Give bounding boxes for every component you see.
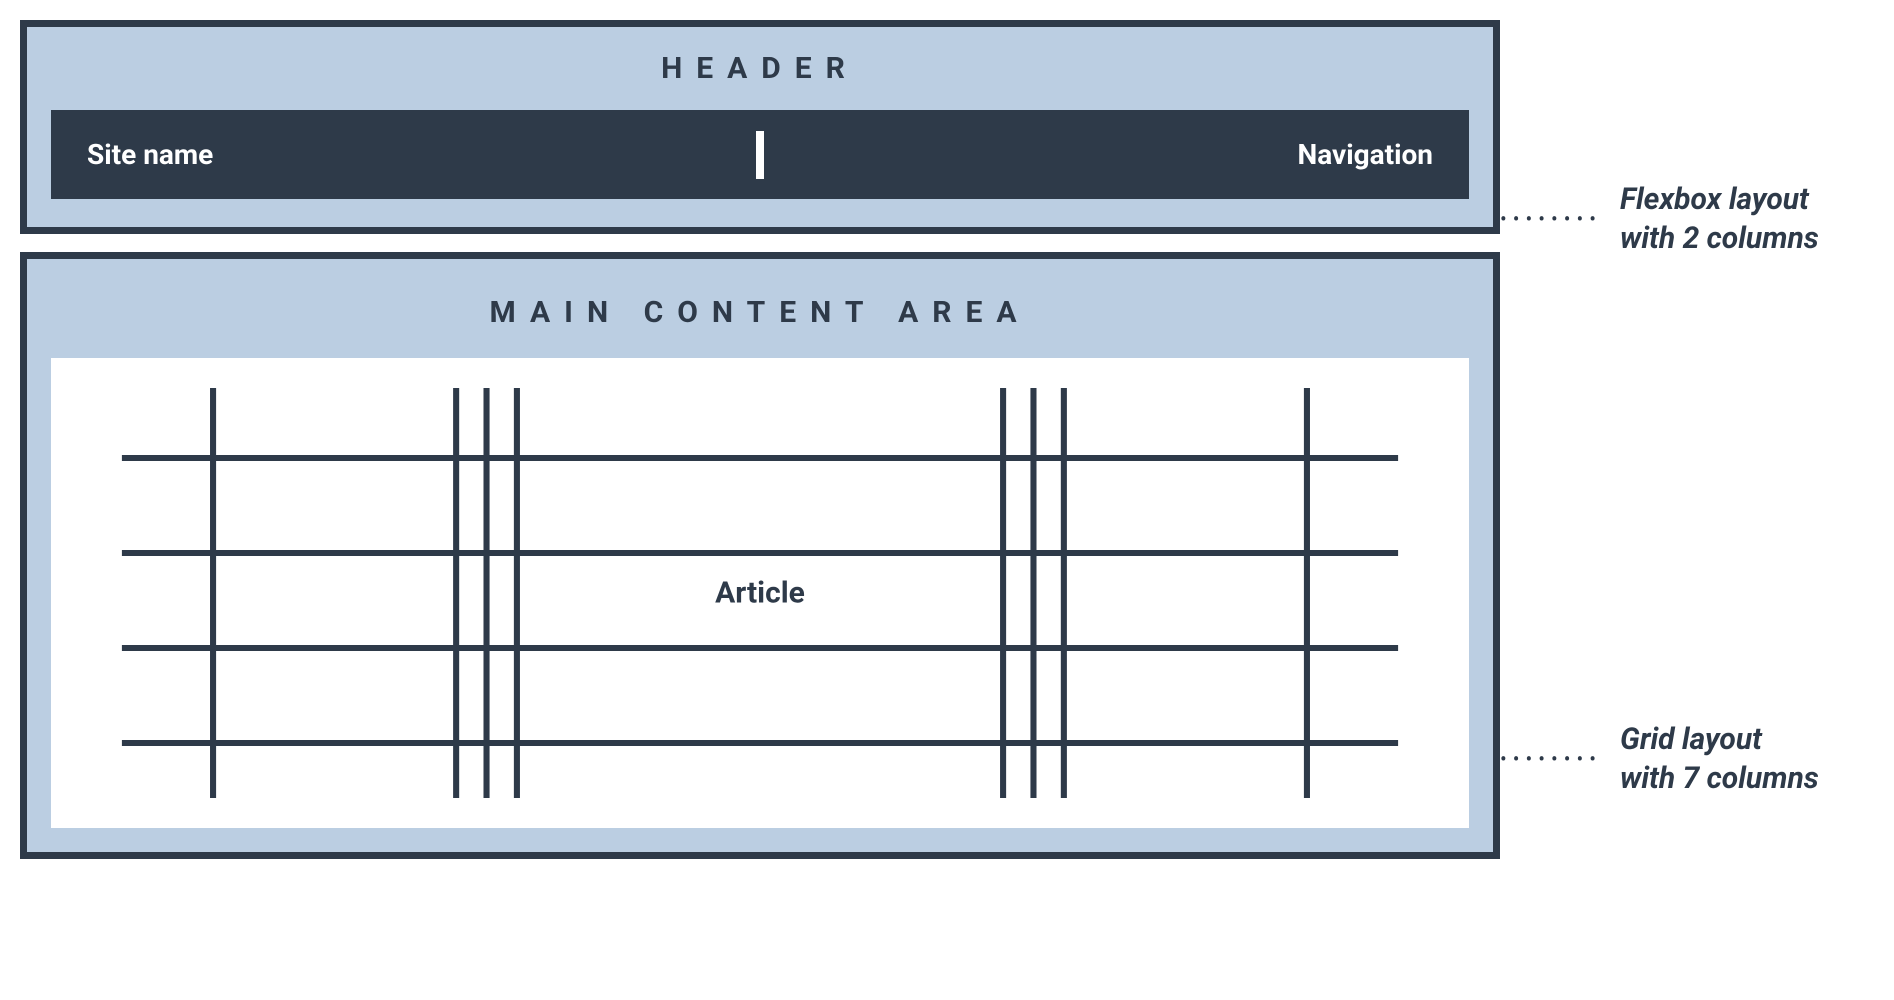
main-content-region: MAIN CONTENT AREA Article: [20, 252, 1500, 859]
main-region-label: MAIN CONTENT AREA: [51, 295, 1469, 330]
article-label: Article: [715, 576, 805, 611]
article-grid-area: Article: [51, 358, 1469, 828]
leader-dots-icon: ••••••••: [1500, 747, 1602, 771]
annotation-flexbox-text: Flexbox layout with 2 columns: [1620, 180, 1819, 258]
navbar-divider-icon: [756, 131, 764, 179]
annotation-grid-text: Grid layout with 7 columns: [1620, 720, 1819, 798]
leader-dots-icon: ••••••••: [1500, 207, 1602, 231]
annotation-grid: •••••••• Grid layout with 7 columns: [1500, 720, 1819, 798]
header-region-label: HEADER: [51, 51, 1469, 86]
site-name-label: Site name: [87, 138, 213, 171]
navbar: Site name Navigation: [51, 110, 1469, 199]
layout-diagram: HEADER Site name Navigation MAIN CONTENT…: [20, 20, 1500, 980]
header-region: HEADER Site name Navigation: [20, 20, 1500, 234]
navigation-label: Navigation: [1298, 138, 1434, 171]
annotation-flexbox: •••••••• Flexbox layout with 2 columns: [1500, 180, 1819, 258]
